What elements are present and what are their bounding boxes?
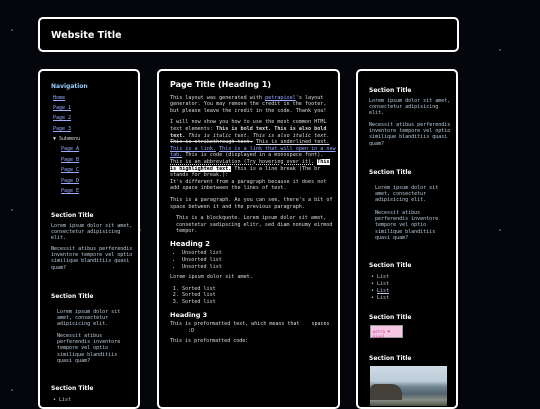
site-header: Website Title [38, 17, 459, 52]
paragraph: Lorem ipsum dolor sit amet. [170, 274, 253, 281]
section-text: Necessit atibus perferendis inventore te… [369, 122, 451, 147]
nav-title: Navigation [51, 83, 88, 90]
list-item: Unsorted list [182, 250, 338, 257]
section-text: Necessit atibus perferendis inventore te… [57, 333, 121, 364]
paragraph: This is a paragraph. As you can see, the… [170, 196, 333, 210]
heading-2: Heading 2 [170, 239, 211, 248]
page-title: Page Title (Heading 1) [170, 80, 272, 89]
nav-page-2[interactable]: Page 2 [53, 115, 71, 121]
preformatted-text: This is preformatted text, which means t… [170, 321, 330, 334]
nav-home[interactable]: Home [53, 95, 65, 101]
linebreak-explain: It's different from a paragraph because … [170, 178, 327, 192]
list-item: Sorted list [182, 286, 338, 293]
left-sidebar: Navigation Home Page 1 Page 2 Page 3 ▼ S… [38, 69, 140, 409]
list-item: • List [53, 397, 72, 403]
list-item: • List [371, 274, 390, 280]
section-text: Lorem ipsum dolor sit amet, consectetur … [57, 309, 121, 328]
landscape-photo [370, 366, 447, 406]
example-link[interactable]: This is a link. [170, 146, 216, 152]
section-title: Section Title [369, 87, 412, 94]
underline-text: This is underlined text. [255, 139, 330, 146]
nav-page-e[interactable]: Page E [61, 188, 79, 194]
section-text: Lorem ipsum dolor sit amet, consectetur … [369, 98, 451, 117]
petrapixel-badge-button[interactable]: petra ♥ pixel [370, 325, 403, 339]
list-item: Unsorted list [182, 264, 338, 271]
section-title: Section Title [369, 169, 412, 176]
section-title: Section Title [369, 355, 412, 362]
list-item: • List [371, 295, 390, 301]
section-title: Section Title [51, 385, 94, 392]
italic-text-2: This is also italic text. [252, 132, 330, 139]
section-text: Lorem ipsum dolor sit amet, consectetur … [375, 185, 439, 204]
sorted-list: Sorted list Sorted list Sorted list [170, 286, 338, 306]
list-item: • List [371, 281, 390, 287]
petrapixel-link[interactable]: petrapixel [265, 95, 296, 101]
nav-page-c[interactable]: Page C [61, 167, 79, 173]
list-item[interactable]: • List [371, 288, 389, 294]
section-title: Section Title [369, 314, 412, 321]
heading-3: Heading 3 [170, 310, 208, 319]
section-title: Section Title [51, 212, 94, 219]
blockquote: This is a blockquote. Lorem ipsum dolor … [176, 215, 333, 235]
nav-page-b[interactable]: Page B [61, 157, 79, 163]
italic-text: This is italic text. [188, 132, 250, 139]
section-text: Lorem ipsum dolor sit amet, consectetur … [51, 223, 133, 242]
nav-submenu-toggle[interactable]: ▼ Submenu [53, 136, 80, 142]
main-content: Page Title (Heading 1) This layout was g… [157, 69, 340, 409]
nav-page-1[interactable]: Page 1 [53, 105, 71, 111]
nav-page-a[interactable]: Page A [61, 146, 79, 152]
section-title: Section Title [369, 262, 412, 269]
strike-text: This is strikethrough text. [170, 139, 253, 146]
section-text: Necessit atibus perferendis inventore te… [375, 210, 439, 241]
right-sidebar: Section Title Lorem ipsum dolor sit amet… [356, 69, 458, 409]
site-title: Website Title [51, 30, 122, 41]
section-text: Necessit atibus perferendis inventore te… [51, 246, 133, 271]
nav-page-3[interactable]: Page 3 [53, 126, 71, 132]
nav-page-d[interactable]: Page D [61, 178, 79, 184]
section-title: Section Title [51, 293, 94, 300]
list-item: Sorted list [182, 292, 338, 299]
unsorted-list: Unsorted list Unsorted list Unsorted lis… [170, 250, 338, 270]
elements-paragraph: I will now show you how to use the most … [170, 119, 336, 192]
preformatted-code-label: This is preformatted code: [170, 338, 249, 345]
bold-text: This is bold text. [216, 125, 272, 132]
badge-text: petra ♥ pixel [373, 329, 390, 339]
list-item: Sorted list [182, 299, 338, 306]
code-text: This is code (displayed in a monospace f… [185, 152, 324, 159]
intro-paragraph: This layout was generated with petrapixe… [170, 94, 327, 114]
list-item: Unsorted list [182, 257, 338, 264]
abbreviation[interactable]: This is an abbreviation (Try hovering ov… [170, 159, 314, 165]
